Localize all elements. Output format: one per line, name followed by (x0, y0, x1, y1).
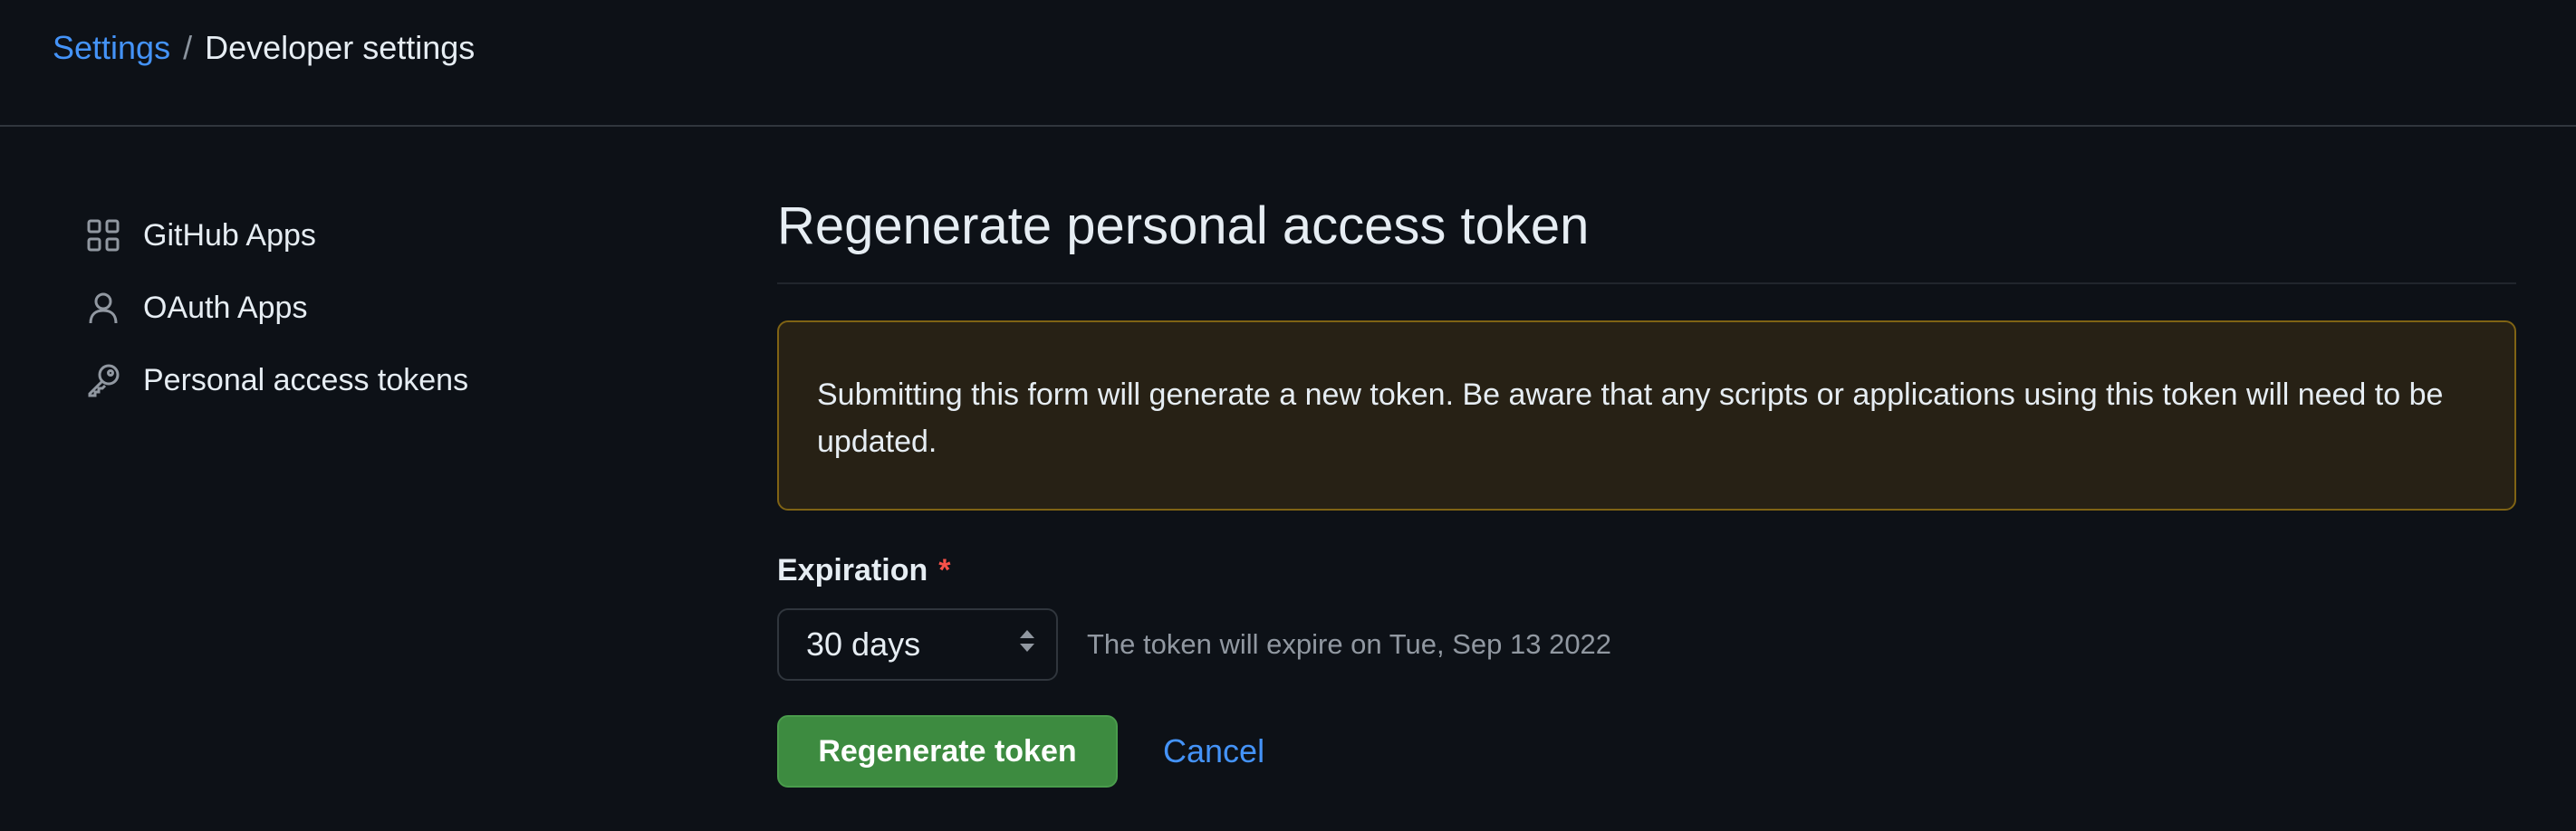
apps-grid-icon (85, 217, 121, 253)
breadcrumb-current: Developer settings (205, 29, 476, 66)
breadcrumb-separator: / (183, 29, 193, 66)
form-actions: Regenerate token Cancel (777, 715, 2516, 788)
regenerate-token-button[interactable]: Regenerate token (777, 715, 1118, 788)
sidebar-item-oauth-apps[interactable]: OAuth Apps (85, 281, 592, 335)
expiration-note: The token will expire on Tue, Sep 13 202… (1087, 628, 1612, 660)
sidebar-item-label: GitHub Apps (143, 217, 316, 253)
sidebar-item-github-apps[interactable]: GitHub Apps (85, 208, 592, 263)
cancel-link[interactable]: Cancel (1163, 732, 1264, 770)
warning-flash: Submitting this form will generate a new… (777, 320, 2516, 511)
person-icon (85, 290, 121, 326)
expiration-label-text: Expiration (777, 552, 928, 587)
expiration-row: 30 days The token will expire on Tue, Se… (777, 608, 2516, 681)
breadcrumb-settings-link[interactable]: Settings (53, 29, 170, 67)
main-content: Regenerate personal access token Submitt… (777, 190, 2516, 788)
sidebar: GitHub Apps OAuth Apps Personal access t… (85, 208, 592, 425)
top-bar: Settings / Developer settings (0, 0, 2576, 127)
warning-text: Submitting this form will generate a new… (817, 377, 2444, 459)
sidebar-item-label: Personal access tokens (143, 362, 469, 397)
expiration-label: Expiration * (777, 550, 2516, 590)
required-marker: * (938, 552, 951, 587)
page-title: Regenerate personal access token (777, 190, 2516, 284)
breadcrumb: Settings / Developer settings (53, 25, 475, 71)
select-arrows-icon (1016, 625, 1038, 665)
key-icon (85, 362, 121, 398)
sidebar-item-personal-access-tokens[interactable]: Personal access tokens (85, 353, 592, 407)
expiration-select[interactable]: 30 days (777, 608, 1058, 681)
expiration-selected-value: 30 days (806, 626, 921, 663)
sidebar-item-label: OAuth Apps (143, 290, 308, 325)
